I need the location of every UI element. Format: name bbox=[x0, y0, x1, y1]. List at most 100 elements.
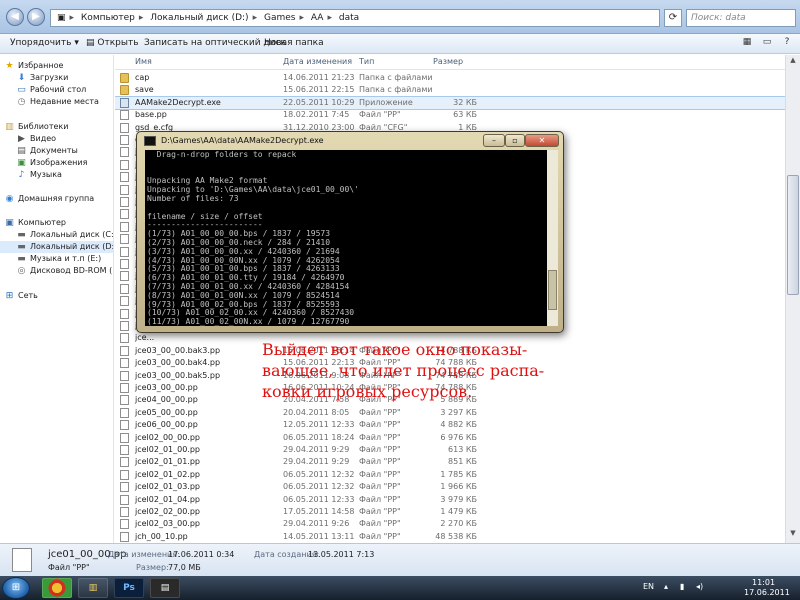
breadcrumb-data[interactable]: data bbox=[339, 13, 359, 23]
scroll-down-icon[interactable]: ▼ bbox=[787, 529, 799, 541]
file-row[interactable]: jce05_00_00.pp 20.04.2011 8:05 Файл "PP" 3 … bbox=[115, 407, 785, 419]
file-size: 32 КБ bbox=[453, 97, 477, 107]
vertical-scrollbar[interactable]: ▲ ▼ bbox=[785, 55, 800, 543]
file-name: jce03_00_00.bak5.pp bbox=[135, 370, 221, 380]
column-name[interactable]: Имя bbox=[135, 57, 152, 66]
file-row[interactable]: jcel02_01_02.pp 06.05.2011 12:32 Файл "PP"… bbox=[115, 469, 785, 481]
file-name: jcel02_01_02.pp bbox=[135, 469, 201, 479]
details-created-value: 13.05.2011 7:13 bbox=[308, 550, 375, 559]
console-scrollbar[interactable] bbox=[547, 150, 558, 326]
column-type[interactable]: Тип bbox=[359, 57, 374, 66]
nav-music[interactable]: ♪ Музыка bbox=[16, 169, 62, 181]
preview-pane-icon[interactable]: ▭ bbox=[760, 37, 774, 50]
nav-video[interactable]: ▶ Видео bbox=[16, 133, 56, 145]
chrome-icon[interactable] bbox=[42, 578, 72, 598]
file-row[interactable]: jcel02_01_03.pp 06.05.2011 12:32 Файл "PP"… bbox=[115, 481, 785, 493]
file-icon bbox=[120, 271, 129, 282]
nav-drive-e[interactable]: ▬ Музыка и т.п (E:) bbox=[16, 253, 101, 265]
open-button[interactable]: ▤ Открыть bbox=[86, 38, 139, 48]
file-row[interactable]: base.pp 18.02.2011 7:45 Файл "PP" 63 КБ bbox=[115, 109, 785, 121]
nav-favorites[interactable]: ★ Избранное bbox=[4, 60, 63, 72]
chevron-down-icon: ▾ bbox=[74, 38, 79, 48]
recent-places-icon: ◷ bbox=[17, 97, 26, 107]
photoshop-icon[interactable]: Ps bbox=[114, 578, 144, 598]
file-size: 3 979 КБ bbox=[440, 494, 477, 504]
clock-time[interactable]: 11:01 bbox=[752, 578, 775, 587]
file-name: jcel02_00_00.pp bbox=[135, 432, 201, 442]
breadcrumb-drive-d[interactable]: Локальный диск (D:) bbox=[150, 13, 248, 23]
column-modified[interactable]: Дата изменения bbox=[283, 57, 352, 66]
organize-button[interactable]: Упорядочить ▾ bbox=[10, 38, 79, 48]
nav-homegroup[interactable]: ◉ Домашняя группа bbox=[4, 193, 95, 205]
file-row[interactable]: jcel02_01_00.pp 29.04.2011 9:29 Файл "PP" 6… bbox=[115, 444, 785, 456]
explorer-folder-icon[interactable]: ▥ bbox=[78, 578, 108, 598]
new-folder-button[interactable]: Новая папка bbox=[264, 38, 324, 48]
file-name: AAMake2Decrypt.exe bbox=[135, 97, 221, 107]
minimize-button[interactable]: – bbox=[483, 134, 505, 147]
file-row[interactable]: jcel02_01_04.pp 06.05.2011 12:33 Файл "PP"… bbox=[115, 494, 785, 506]
file-row[interactable]: jch_00_10.pp 14.05.2011 13:11 Файл "PP" 48 … bbox=[115, 531, 785, 543]
nav-recent[interactable]: ◷ Недавние места bbox=[16, 96, 99, 108]
nav-network[interactable]: ⊞ Сеть bbox=[4, 290, 38, 302]
file-type: Файл "PP" bbox=[359, 494, 401, 504]
nav-desktop[interactable]: ▭ Рабочий стол bbox=[16, 84, 86, 96]
file-icon bbox=[120, 469, 129, 480]
file-row[interactable]: jce06_00_00.pp 12.05.2011 12:33 Файл "PP" 4… bbox=[115, 419, 785, 431]
file-icon bbox=[120, 457, 129, 468]
nav-documents[interactable]: ▤ Документы bbox=[16, 145, 78, 157]
file-name: jce... bbox=[135, 333, 155, 343]
nav-downloads[interactable]: ⬇ Загрузки bbox=[16, 72, 69, 84]
console-taskbar-icon[interactable]: ▤ bbox=[150, 578, 180, 598]
clock-date[interactable]: 17.06.2011 bbox=[744, 588, 790, 597]
forward-arrow-icon[interactable]: ▶ bbox=[27, 8, 45, 26]
file-type: Файл "PP" bbox=[359, 445, 401, 454]
nav-computer[interactable]: ▣ Компьютер bbox=[4, 217, 66, 229]
file-row[interactable]: AAMake2Decrypt.exe 22.05.2011 10:29 Прилож… bbox=[115, 95, 786, 110]
scrollbar-thumb[interactable] bbox=[787, 175, 799, 295]
nav-libraries[interactable]: ▥ Библиотеки bbox=[4, 121, 68, 133]
start-button[interactable]: ⊞ bbox=[2, 577, 30, 599]
scroll-up-icon[interactable]: ▲ bbox=[787, 56, 799, 68]
back-arrow-icon[interactable]: ◀ bbox=[6, 8, 24, 26]
language-indicator[interactable]: EN bbox=[643, 582, 654, 591]
view-options-icon[interactable]: ▦ bbox=[740, 37, 754, 50]
breadcrumb-computer[interactable]: Компьютер bbox=[81, 13, 135, 23]
tray-expand-icon[interactable]: ▴ bbox=[664, 582, 668, 591]
file-row[interactable]: save 15.06.2011 22:15 Папка с файлами bbox=[115, 84, 785, 96]
refresh-icon[interactable]: ⟳ bbox=[664, 9, 682, 27]
file-date: 06.05.2011 12:33 bbox=[283, 494, 355, 504]
file-row[interactable]: jcel02_01_01.pp 29.04.2011 9:29 Файл "PP" 8… bbox=[115, 456, 785, 468]
console-scrollbar-thumb[interactable] bbox=[548, 270, 557, 310]
address-bar[interactable]: ▣ ▸ Компьютер ▸ Локальный диск (D:) ▸ Games… bbox=[50, 9, 660, 27]
nav-images[interactable]: ▣ Изображения bbox=[16, 157, 87, 169]
file-icon bbox=[120, 221, 129, 232]
breadcrumb-aa[interactable]: AA bbox=[311, 13, 324, 23]
console-line: Number of files: 73 bbox=[147, 193, 239, 203]
breadcrumb-games[interactable]: Games bbox=[264, 13, 295, 23]
file-name: jcel02_01_04.pp bbox=[135, 494, 201, 504]
video-icon: ▶ bbox=[18, 134, 25, 144]
file-row[interactable]: cap 14.06.2011 21:23 Папка с файлами bbox=[115, 72, 785, 84]
nav-bd-rom[interactable]: ◎ Дисковод BD-ROM (H: bbox=[16, 265, 113, 277]
search-input[interactable]: Поиск: data bbox=[686, 9, 796, 27]
file-name: jce03_00_00.pp bbox=[135, 383, 198, 392]
help-icon[interactable]: ? bbox=[780, 37, 794, 50]
file-date: 14.06.2011 21:23 bbox=[283, 73, 355, 82]
drive-icon: ▬ bbox=[17, 242, 26, 252]
console-window[interactable]: D:\Games\AA\data\AAMake2Decrypt.exe – ▫ … bbox=[136, 131, 564, 333]
file-name: jce03_00_00.bak4.pp bbox=[135, 358, 221, 368]
nav-drive-c[interactable]: ▬ Локальный диск (C:) bbox=[16, 229, 113, 241]
close-button[interactable]: ✕ bbox=[525, 134, 559, 147]
volume-icon[interactable]: ◂) bbox=[696, 582, 703, 591]
file-type: Файл "PP" bbox=[359, 531, 401, 541]
maximize-button[interactable]: ▫ bbox=[505, 134, 525, 147]
file-type: Файл "PP" bbox=[359, 469, 401, 479]
nav-drive-d[interactable]: ▬ Локальный диск (D:) bbox=[0, 241, 113, 253]
caption-line-2: вающее, что идет процесс распа- bbox=[262, 361, 545, 380]
file-row[interactable]: jcel02_00_00.pp 06.05.2011 18:24 Файл "PP"… bbox=[115, 432, 785, 444]
file-row[interactable]: jcel02_02_00.pp 17.05.2011 14:58 Файл "PP"… bbox=[115, 506, 785, 518]
file-row[interactable]: jcel02_03_00.pp 29.04.2011 9:26 Файл "PP" 2… bbox=[115, 518, 785, 530]
network-tray-icon[interactable]: ▮ bbox=[680, 582, 684, 591]
column-size[interactable]: Размер bbox=[433, 57, 463, 66]
optical-drive-icon: ◎ bbox=[17, 266, 26, 276]
